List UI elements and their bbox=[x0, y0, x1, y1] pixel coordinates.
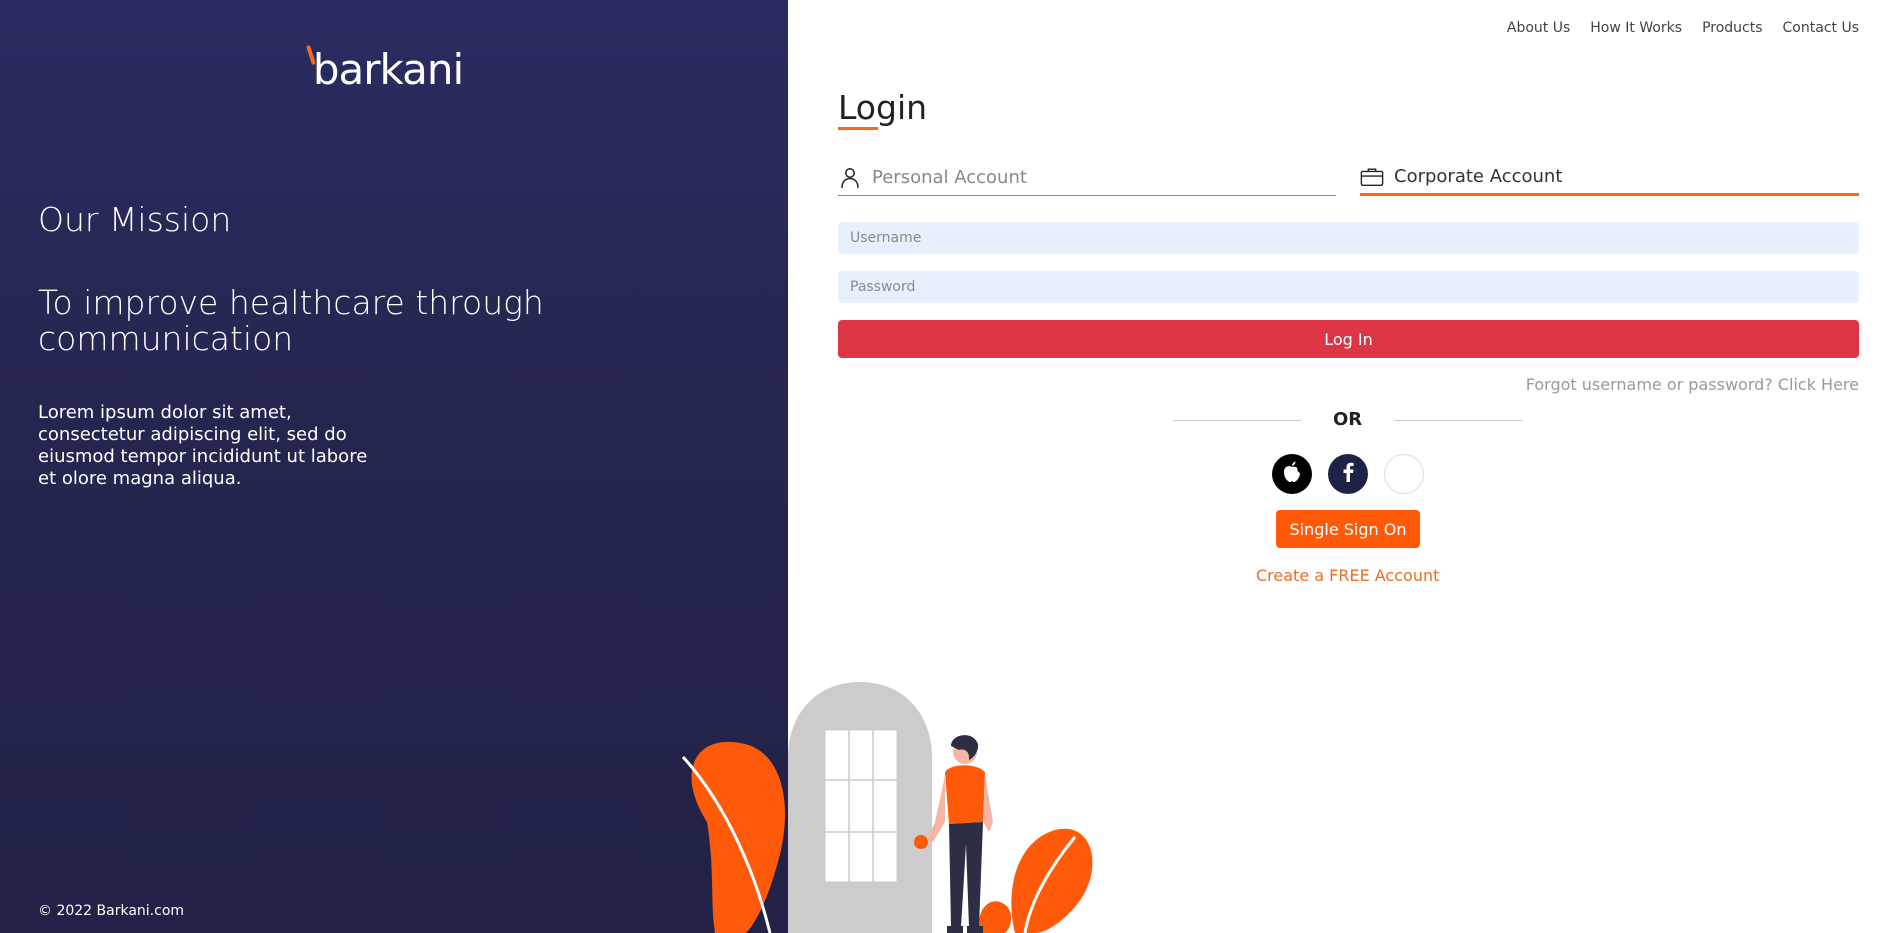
or-text: OR bbox=[1333, 409, 1363, 430]
tab-personal-account[interactable]: Personal Account bbox=[838, 160, 1336, 196]
username-input[interactable] bbox=[838, 222, 1859, 254]
single-sign-on-button[interactable]: Single Sign On bbox=[1276, 510, 1420, 548]
tab-personal-label: Personal Account bbox=[872, 167, 1027, 188]
nav-contact-us[interactable]: Contact Us bbox=[1783, 20, 1859, 36]
person-icon bbox=[838, 166, 862, 190]
google-login-button[interactable] bbox=[1384, 454, 1424, 494]
door-person-illustration bbox=[681, 682, 1093, 933]
nav-products[interactable]: Products bbox=[1702, 20, 1762, 36]
mission-statement: To improve healthcare through communicat… bbox=[38, 283, 544, 358]
or-divider-right bbox=[1394, 420, 1522, 421]
briefcase-icon bbox=[1360, 165, 1384, 189]
password-input[interactable] bbox=[838, 271, 1859, 303]
nav-how-it-works[interactable]: How It Works bbox=[1590, 20, 1682, 36]
barkani-logo: barkani bbox=[300, 38, 476, 100]
login-title: Login bbox=[838, 88, 928, 127]
or-divider-left bbox=[1173, 420, 1301, 421]
apple-icon bbox=[1281, 460, 1303, 488]
facebook-login-button[interactable] bbox=[1328, 454, 1368, 494]
apple-login-button[interactable] bbox=[1272, 454, 1312, 494]
create-account-link[interactable]: Create a FREE Account bbox=[1256, 566, 1439, 585]
tab-corporate-label: Corporate Account bbox=[1394, 166, 1563, 187]
top-nav: About Us How It Works Products Contact U… bbox=[1507, 20, 1859, 36]
login-title-underline bbox=[838, 127, 878, 130]
nav-about-us[interactable]: About Us bbox=[1507, 20, 1570, 36]
mission-heading: Our Mission bbox=[38, 200, 232, 239]
forgot-credentials-link[interactable]: Forgot username or password? Click Here bbox=[1526, 375, 1859, 394]
facebook-icon bbox=[1341, 462, 1355, 486]
login-button[interactable]: Log In bbox=[838, 320, 1859, 358]
tab-corporate-account[interactable]: Corporate Account bbox=[1360, 160, 1859, 196]
copyright: © 2022 Barkani.com bbox=[38, 903, 185, 919]
logo-text: barkani bbox=[312, 44, 464, 94]
mission-body: Lorem ipsum dolor sit amet, consectetur … bbox=[38, 402, 368, 489]
